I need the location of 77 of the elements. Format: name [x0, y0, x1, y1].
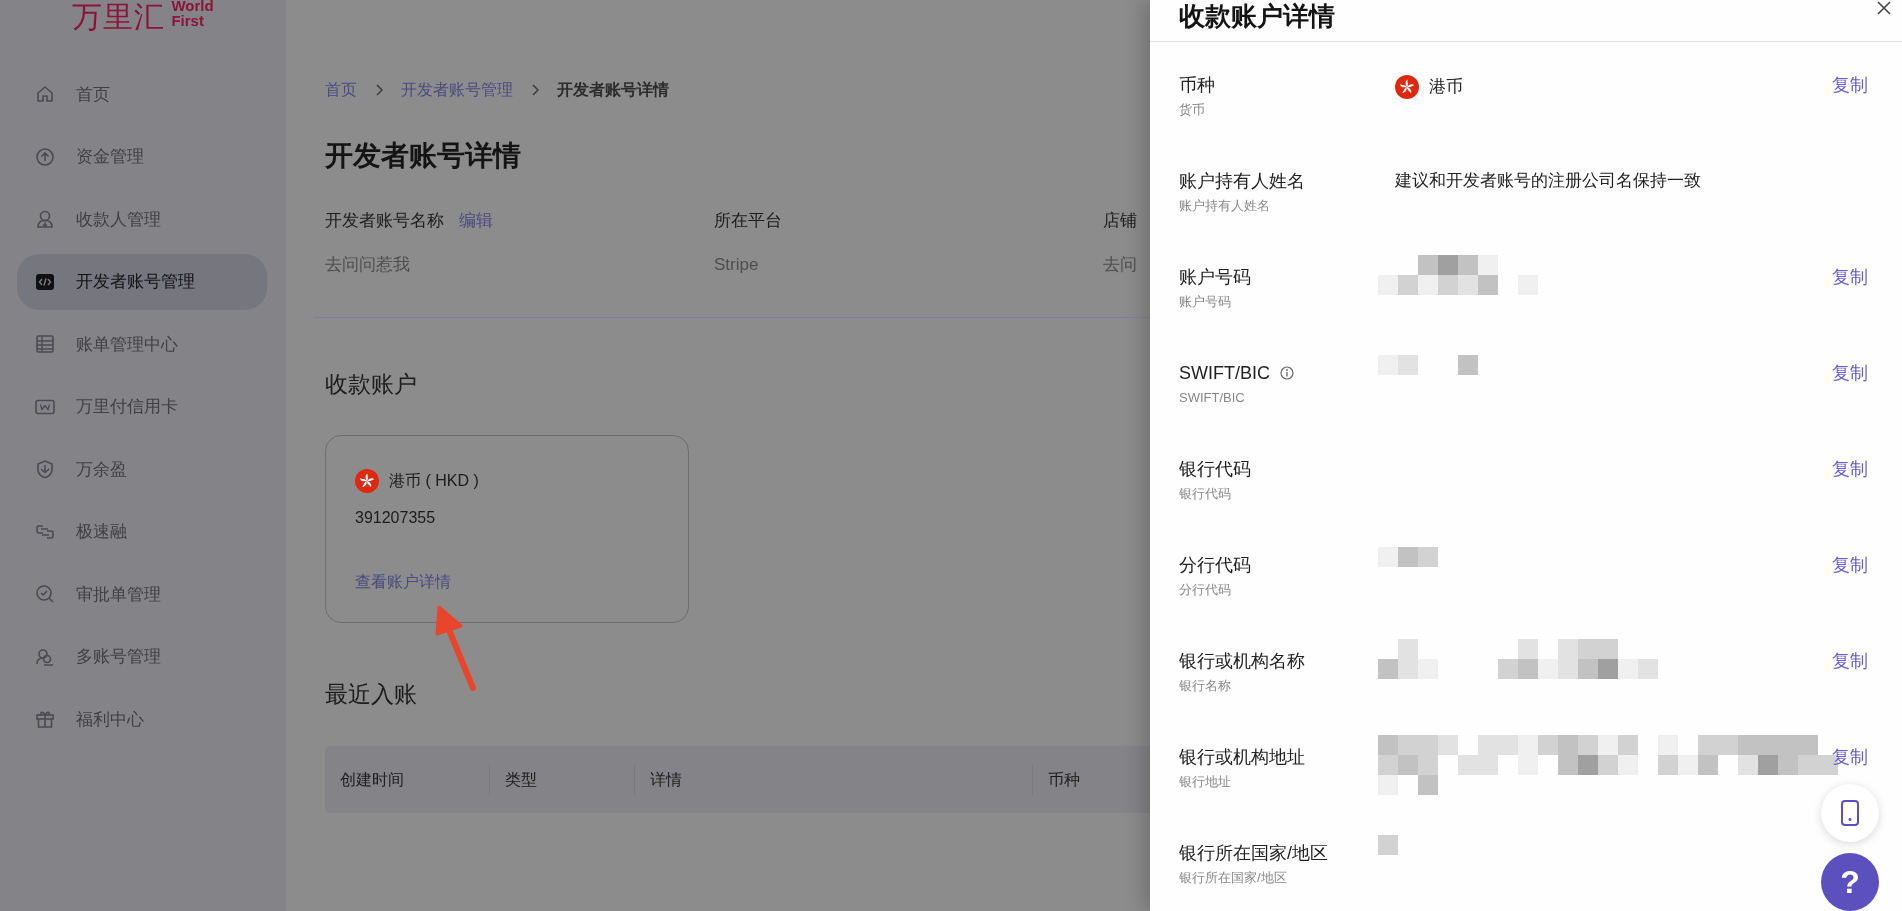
field-label: 所在平台	[714, 210, 782, 232]
drawer-title: 收款账户详情	[1179, 2, 1335, 33]
field-sublabel: 账户号码	[1179, 293, 1232, 310]
field-label: 币种	[1179, 74, 1215, 97]
sidebar-item[interactable]: 福利中心	[17, 691, 267, 747]
home-icon	[35, 84, 55, 104]
copy-link[interactable]: 复制	[1832, 649, 1868, 673]
field-label: 银行或机构名称	[1179, 650, 1305, 673]
phone-icon	[1840, 800, 1860, 826]
field-sublabel: 分行代码	[1179, 581, 1232, 598]
field-value: 去问	[1103, 254, 1137, 276]
shield-icon	[35, 459, 55, 479]
code-icon	[35, 271, 55, 292]
sidebar-item[interactable]: 首页	[17, 66, 267, 122]
field-sublabel: SWIFT/BIC	[1179, 389, 1246, 406]
arrow-up-circle-icon	[35, 146, 55, 167]
field-label: 账户号码	[1179, 266, 1251, 289]
field-sublabel: 银行代码	[1179, 485, 1232, 502]
pixelated-value	[1378, 835, 1398, 855]
section-title: 收款账户	[325, 370, 417, 399]
copy-link[interactable]: 复制	[1832, 73, 1868, 97]
logo-mark: 万里汇	[72, 1, 166, 33]
field-value: 港币	[1429, 76, 1463, 98]
list-icon	[35, 334, 55, 354]
gift-icon	[35, 709, 55, 729]
field-value: Stripe	[714, 254, 759, 276]
copy-link[interactable]: 复制	[1832, 745, 1868, 769]
logo-text: First	[171, 13, 205, 28]
account-number: 391207355	[355, 508, 437, 528]
field-label: SWIFT/BIC	[1179, 362, 1270, 385]
breadcrumb-current: 开发者账号详情	[557, 79, 669, 100]
copy-link[interactable]: 复制	[1832, 361, 1868, 385]
sidebar-item[interactable]: 资金管理	[17, 128, 267, 185]
field-label: 店铺	[1103, 210, 1137, 232]
field-value: 去问问惹我	[325, 254, 410, 276]
copy-link[interactable]: 复制	[1832, 553, 1868, 577]
pixelated-value	[1378, 547, 1438, 567]
field-sublabel: 账户持有人姓名	[1179, 197, 1271, 214]
column-header: 类型	[489, 764, 634, 795]
field-sublabel: 银行地址	[1179, 773, 1232, 790]
sidebar-item[interactable]: 极速融	[17, 503, 267, 560]
logo-text: World	[171, 0, 214, 13]
sidebar-item[interactable]: 审批单管理	[17, 566, 267, 622]
flag-icon	[1395, 75, 1419, 99]
details-link[interactable]: 查看账户详情	[355, 572, 451, 593]
field-sublabel: 银行名称	[1179, 677, 1232, 694]
field-label: 分行代码	[1179, 554, 1251, 577]
section-title: 最近入账	[325, 680, 417, 709]
flag-icon	[355, 469, 379, 493]
column-header: 创建时间	[339, 769, 405, 790]
field-sublabel: 银行所在国家/地区	[1179, 869, 1288, 886]
copy-link[interactable]: 复制	[1832, 457, 1868, 481]
person-icon	[35, 209, 55, 229]
currency-name: 港币 ( HKD )	[389, 470, 479, 491]
close-icon[interactable]	[1876, 0, 1892, 16]
chevron-right-icon	[375, 84, 383, 96]
breadcrumb-link[interactable]: 首页	[325, 79, 357, 101]
field-value: 建议和开发者账号的注册公司名保持一致	[1395, 170, 1702, 192]
field-label: 账户持有人姓名	[1179, 170, 1305, 193]
sidebar-item[interactable]: 多账号管理	[17, 628, 267, 685]
breadcrumb-link[interactable]: 开发者账号管理	[401, 79, 513, 101]
column-header: 详情	[634, 764, 1032, 795]
page-title: 开发者账号详情	[325, 139, 521, 173]
sidebar-item[interactable]: 万里付信用卡	[17, 378, 267, 435]
sidebar-item[interactable]: 万余盈	[17, 441, 267, 497]
field-sublabel: 货币	[1179, 101, 1206, 118]
edit-link[interactable]: 编辑	[459, 209, 493, 233]
field-label: 银行代码	[1179, 458, 1251, 481]
search-check-icon	[35, 584, 55, 604]
sidebar-item[interactable]: 收款人管理	[17, 191, 267, 247]
copy-link[interactable]: 复制	[1832, 265, 1868, 289]
people-icon	[35, 646, 55, 667]
chevron-right-icon	[531, 84, 539, 96]
field-label: 开发者账号名称	[325, 210, 444, 232]
field-label: 银行所在国家/地区	[1179, 842, 1328, 865]
sidebar-item[interactable]: 开发者账号管理	[17, 253, 267, 310]
sidebar-item[interactable]: 账单管理中心	[17, 316, 267, 372]
